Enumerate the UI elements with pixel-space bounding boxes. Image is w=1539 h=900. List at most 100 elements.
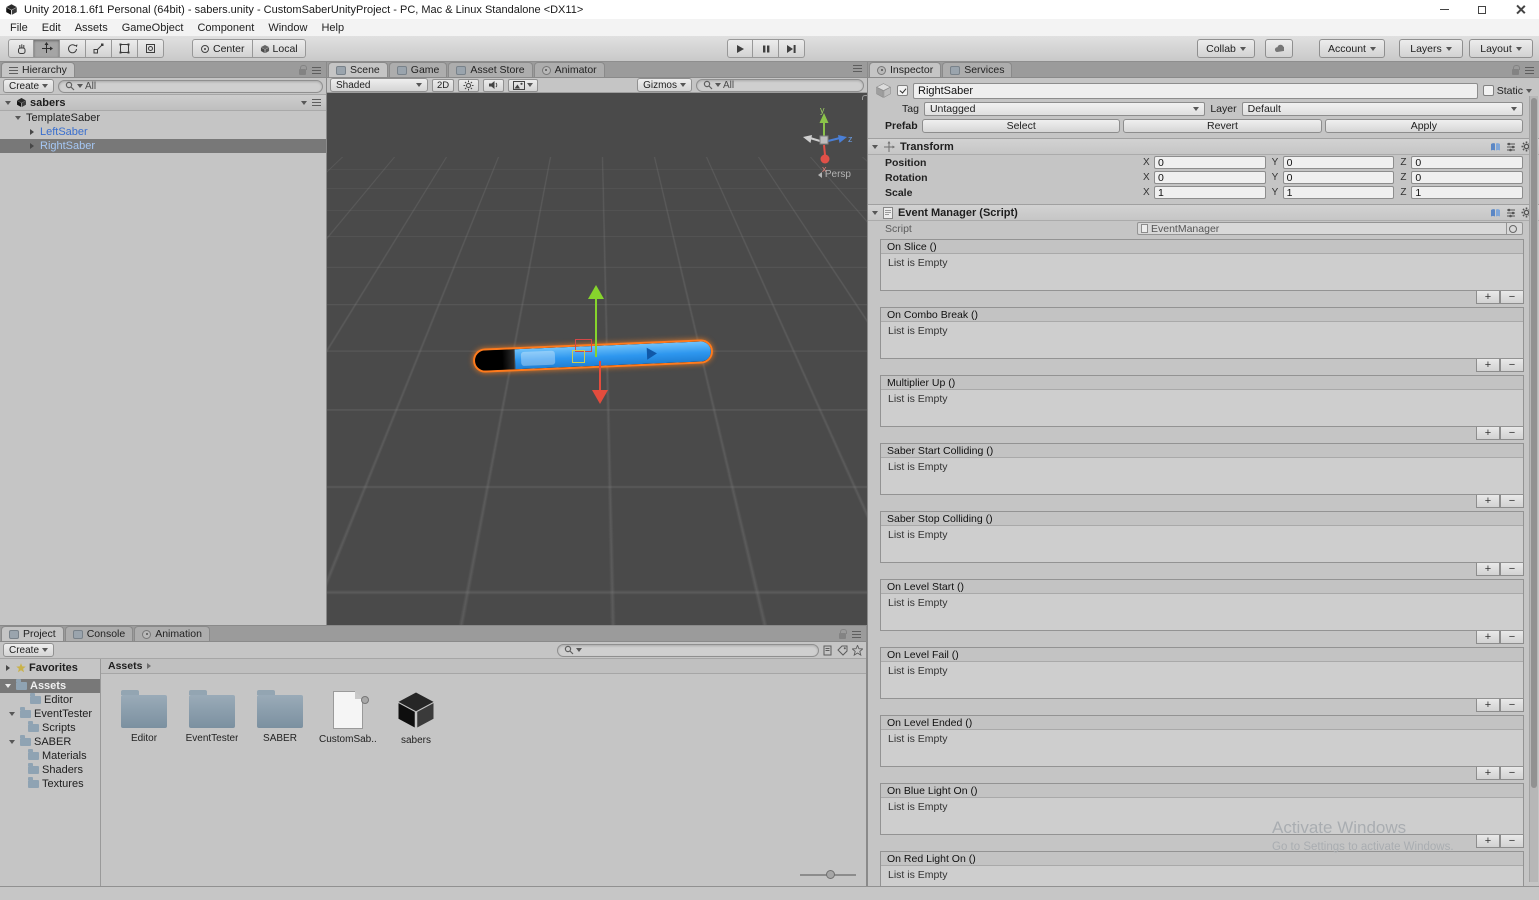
add-event-button[interactable]: +: [1476, 631, 1500, 644]
tree-item-materials[interactable]: Materials: [0, 749, 100, 763]
asset-item-customsaber[interactable]: CustomSab...: [319, 690, 377, 746]
lock-icon[interactable]: [839, 633, 846, 639]
panel-menu-icon[interactable]: [852, 631, 861, 638]
scale-tool-button[interactable]: [86, 39, 112, 58]
script-object-field[interactable]: EventManager: [1137, 222, 1523, 235]
position-z-field[interactable]: [1411, 156, 1523, 169]
project-search-input[interactable]: [557, 644, 819, 657]
hierarchy-search-input[interactable]: All: [58, 80, 323, 93]
x-axis-gizmo-arrow[interactable]: [599, 361, 601, 391]
foldout-icon[interactable]: [30, 143, 34, 149]
add-event-button[interactable]: +: [1476, 699, 1500, 712]
help-book-icon[interactable]: [1490, 208, 1501, 218]
rotation-y-field[interactable]: [1283, 171, 1395, 184]
panel-menu-icon[interactable]: [853, 65, 862, 72]
project-create-button[interactable]: Create: [3, 643, 54, 657]
rotation-x-field[interactable]: [1154, 171, 1266, 184]
2d-toggle-button[interactable]: 2D: [432, 79, 454, 92]
shading-mode-dropdown[interactable]: Shaded: [330, 78, 428, 92]
menu-assets[interactable]: Assets: [68, 21, 115, 35]
add-event-button[interactable]: +: [1476, 291, 1500, 304]
y-axis-arrowhead-icon[interactable]: [588, 285, 604, 299]
remove-event-button[interactable]: −: [1500, 835, 1524, 848]
event-manager-component-header[interactable]: Event Manager (Script): [868, 204, 1539, 221]
hand-tool-button[interactable]: [8, 39, 34, 58]
tree-item-shaders[interactable]: Shaders: [0, 763, 100, 777]
add-event-button[interactable]: +: [1476, 495, 1500, 508]
remove-event-button[interactable]: −: [1500, 291, 1524, 304]
tab-animation[interactable]: Animation: [134, 626, 210, 641]
slider-knob[interactable]: [826, 870, 835, 879]
scene-menu-icon[interactable]: [312, 99, 321, 106]
remove-event-button[interactable]: −: [1500, 631, 1524, 644]
remove-event-button[interactable]: −: [1500, 767, 1524, 780]
foldout-icon[interactable]: [5, 684, 11, 688]
y-axis-gizmo-arrow[interactable]: [595, 299, 597, 357]
scale-z-field[interactable]: [1411, 186, 1523, 199]
step-button[interactable]: [779, 39, 805, 58]
foldout-icon[interactable]: [9, 740, 15, 744]
minimize-button[interactable]: [1425, 0, 1463, 19]
asset-item-editor[interactable]: Editor: [115, 690, 173, 746]
remove-event-button[interactable]: −: [1500, 495, 1524, 508]
static-checkbox[interactable]: [1483, 85, 1494, 96]
layout-button[interactable]: Layout: [1469, 39, 1533, 58]
tag-dropdown[interactable]: Untagged: [924, 102, 1205, 116]
scale-y-field[interactable]: [1283, 186, 1395, 199]
menu-window[interactable]: Window: [261, 21, 314, 35]
favorites-section[interactable]: Favorites: [0, 661, 100, 675]
scene-orientation-gizmo[interactable]: y z x: [797, 105, 853, 175]
account-button[interactable]: Account: [1319, 39, 1385, 58]
remove-event-button[interactable]: −: [1500, 563, 1524, 576]
scene-header-row[interactable]: sabers: [0, 95, 326, 111]
position-y-field[interactable]: [1283, 156, 1395, 169]
tab-services[interactable]: Services: [942, 62, 1012, 77]
menu-gameobject[interactable]: GameObject: [115, 21, 191, 35]
foldout-icon[interactable]: [15, 116, 21, 120]
tree-item-assets[interactable]: Assets: [0, 679, 100, 693]
add-event-button[interactable]: +: [1476, 767, 1500, 780]
lock-icon[interactable]: [299, 69, 306, 75]
foldout-icon[interactable]: [872, 145, 878, 149]
maximize-button[interactable]: [1463, 0, 1501, 19]
scene-viewport[interactable]: y z x Persp: [327, 93, 867, 625]
hierarchy-create-button[interactable]: Create: [3, 79, 54, 93]
tree-item-editor[interactable]: Editor: [0, 693, 100, 707]
help-book-icon[interactable]: [1490, 142, 1501, 152]
active-checkbox[interactable]: [897, 85, 908, 96]
pivot-toggle-button[interactable]: Center: [192, 39, 253, 58]
pause-button[interactable]: [753, 39, 779, 58]
add-event-button[interactable]: +: [1476, 427, 1500, 440]
scene-audio-button[interactable]: [483, 79, 504, 92]
x-axis-arrowhead-icon[interactable]: [592, 390, 608, 404]
tab-project[interactable]: Project: [1, 626, 64, 641]
tab-asset-store[interactable]: Asset Store: [448, 62, 532, 77]
add-event-button[interactable]: +: [1476, 835, 1500, 848]
panel-menu-icon[interactable]: [1525, 67, 1534, 74]
tree-item-textures[interactable]: Textures: [0, 777, 100, 791]
presets-icon[interactable]: [1506, 208, 1516, 218]
remove-event-button[interactable]: −: [1500, 359, 1524, 372]
asset-item-sabers-scene[interactable]: sabers: [387, 690, 445, 746]
tab-animator[interactable]: Animator: [534, 62, 605, 77]
foldout-icon[interactable]: [9, 712, 15, 716]
move-tool-button[interactable]: [34, 39, 60, 58]
prefab-apply-button[interactable]: Apply: [1325, 119, 1523, 133]
layers-button[interactable]: Layers: [1399, 39, 1463, 58]
prefab-select-button[interactable]: Select: [922, 119, 1120, 133]
transform-component-header[interactable]: Transform: [868, 138, 1539, 155]
search-by-type-icon[interactable]: [823, 645, 833, 656]
add-event-button[interactable]: +: [1476, 563, 1500, 576]
tree-item-saber[interactable]: SABER: [0, 735, 100, 749]
lock-icon[interactable]: [1512, 69, 1519, 75]
asset-item-saber[interactable]: SABER: [251, 690, 309, 746]
scene-effects-button[interactable]: [508, 79, 538, 92]
tree-item-scripts[interactable]: Scripts: [0, 721, 100, 735]
foldout-icon[interactable]: [6, 665, 10, 671]
remove-event-button[interactable]: −: [1500, 699, 1524, 712]
favorite-search-icon[interactable]: [852, 645, 863, 656]
asset-zoom-slider[interactable]: [800, 870, 856, 879]
scale-x-field[interactable]: [1154, 186, 1266, 199]
close-button[interactable]: [1501, 0, 1539, 19]
transform-tool-button[interactable]: [138, 39, 164, 58]
